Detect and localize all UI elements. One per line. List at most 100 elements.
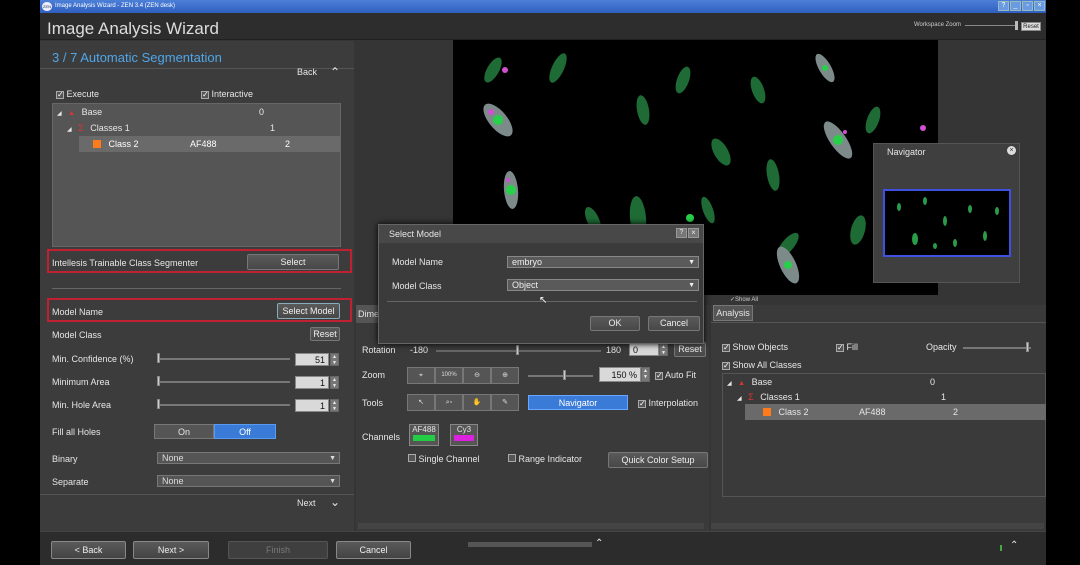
finish-button[interactable]: Finish [228,541,328,559]
min-confidence-input[interactable]: 51 [295,353,329,366]
help-icon[interactable]: ? [998,1,1009,11]
chevron-up-icon[interactable]: ⌃ [330,65,340,79]
minimize-icon[interactable]: _ [1010,1,1021,11]
min-confidence-thumb[interactable] [157,353,160,363]
workspace-reset-button[interactable]: Reset [1021,22,1041,31]
horizontal-scrollbar[interactable] [358,523,704,529]
zoom-slider[interactable] [528,375,593,377]
minimum-area-input[interactable]: 1 [295,376,329,389]
min-confidence-slider[interactable] [158,358,290,360]
min-confidence-spinner[interactable]: ▲ ▼ [330,353,339,366]
maximize-icon[interactable]: ▫ [1022,1,1033,11]
zoom-region-tool-button[interactable]: ⌕▫ [435,394,463,411]
zoom-thumb[interactable] [563,370,566,380]
next-button[interactable]: Next > [133,541,209,559]
auto-fit-checkbox[interactable]: ✓ Auto Fit [655,370,696,380]
model-class-select[interactable]: Object ▼ [507,279,699,291]
check-icon: ✓ [56,90,64,99]
embryo-cell [636,95,650,125]
model-name-label: Model Name [52,307,104,317]
separate-select[interactable]: None ▼ [157,475,340,487]
navigator-viewport[interactable] [883,189,1011,257]
cancel-button[interactable]: Cancel [336,541,411,559]
picker-tool-button[interactable]: ✎ [491,394,519,411]
close-window-icon[interactable]: × [1034,1,1045,11]
workspace-zoom-thumb[interactable] [1015,21,1018,30]
show-objects-checkbox[interactable]: ✓ Show Objects [722,342,788,352]
binary-select[interactable]: None ▼ [157,452,340,464]
horizontal-scrollbar[interactable] [711,523,1044,529]
min-hole-area-slider[interactable] [158,404,290,406]
class-icon: ▲ [738,380,746,387]
minimum-area-label: Minimum Area [52,377,110,387]
rotation-spinner[interactable]: ▲ ▼ [659,343,668,356]
next-link[interactable]: Next [297,498,316,508]
navigator-button[interactable]: Navigator [528,395,628,410]
chevron-down-icon: ▼ [688,282,695,289]
minimum-area-thumb[interactable] [157,376,160,386]
ok-button[interactable]: OK [590,316,640,331]
embryo-cell [549,53,567,83]
tree-row-base[interactable]: ◢ ▲ Base 0 [57,104,340,120]
select-model-button[interactable]: Select Model [277,303,340,319]
chevron-down-icon[interactable]: ⌄ [330,495,340,509]
tree-row-classes[interactable]: ◢ Σ Classes 1 1 [67,120,340,136]
tree-row-class2[interactable]: Class 2 AF488 2 [745,404,1046,420]
select-segmenter-button[interactable]: Select [247,254,339,270]
min-hole-area-input[interactable]: 1 [295,399,329,412]
pointer-tool-button[interactable]: ↖ [407,394,435,411]
min-hole-area-thumb[interactable] [157,399,160,409]
minimum-area-slider[interactable] [158,381,290,383]
binary-label: Binary [52,454,78,464]
quick-color-setup-button[interactable]: Quick Color Setup [608,452,708,468]
show-all-toggle[interactable]: ✓Show All [730,296,758,303]
opacity-slider[interactable] [963,347,1031,349]
back-button[interactable]: < Back [51,541,126,559]
tree-row-classes[interactable]: ◢ Σ Classes 1 1 [737,389,1045,405]
dialog-close-button[interactable]: × [688,228,699,238]
tree-row-class2[interactable]: Class 2 AF488 2 [79,136,340,152]
zoom-fit-button[interactable]: ⌖ [407,367,435,384]
zoom-in-button[interactable]: ⊕ [491,367,519,384]
chevron-up-icon[interactable]: ⌃ [595,538,603,549]
zoom-out-button[interactable]: ⊖ [463,367,491,384]
splitter-handle[interactable] [468,542,592,547]
tab-analysis[interactable]: Analysis [713,305,753,321]
min-hole-area-spinner[interactable]: ▲ ▼ [330,399,339,412]
fill-holes-on[interactable]: On [154,424,214,439]
range-indicator-checkbox[interactable]: Range Indicator [508,454,582,464]
minimum-area-spinner[interactable]: ▲ ▼ [330,376,339,389]
pan-tool-button[interactable]: ✋ [463,394,491,411]
analysis-panel: Analysis ✓ Show Objects ✓ Fill Opacity ✓… [711,305,1046,531]
zoom-spinner[interactable]: ▲ ▼ [641,367,650,382]
rotation-thumb[interactable] [516,345,519,355]
dialog-cancel-button[interactable]: Cancel [648,316,700,331]
tree-row-base[interactable]: ◢ ▲ Base 0 [727,374,1045,390]
channel-af488-button[interactable]: AF488 [409,424,439,446]
rotation-max: 180 [606,345,622,355]
close-icon[interactable]: × [1007,146,1016,155]
check-icon: ✓ [201,90,209,99]
help-button[interactable]: ? [676,228,687,238]
reset-button[interactable]: Reset [310,327,340,341]
model-name-select[interactable]: embryo ▼ [507,256,699,268]
interpolation-checkbox[interactable]: ✓ Interpolation [638,398,698,408]
back-link[interactable]: Back [297,67,317,77]
expand-icon: ◢ [57,111,62,117]
rotation-input[interactable]: 0 [629,343,659,356]
channel-cy3-button[interactable]: Cy3 [450,424,478,446]
fill-checkbox[interactable]: ✓ Fill [836,342,858,352]
single-channel-checkbox[interactable]: Single Channel [408,454,480,464]
workspace-zoom-label: Workspace Zoom [914,22,961,28]
interactive-checkbox[interactable]: ✓ Interactive [201,89,253,99]
workspace-zoom-slider[interactable] [965,25,1017,26]
zoom-100-button[interactable]: 100% [435,367,463,384]
show-all-classes-checkbox[interactable]: ✓ Show All Classes [722,360,802,370]
fill-holes-off[interactable]: Off [214,424,276,439]
check-icon: ✓ [836,343,844,352]
opacity-thumb[interactable] [1026,342,1029,352]
chevron-up-icon[interactable]: ⌃ [1010,540,1018,551]
rotation-reset-button[interactable]: Reset [674,342,706,357]
zoom-input[interactable]: 150 % [599,367,641,382]
execute-checkbox[interactable]: ✓ Execute [56,89,99,99]
